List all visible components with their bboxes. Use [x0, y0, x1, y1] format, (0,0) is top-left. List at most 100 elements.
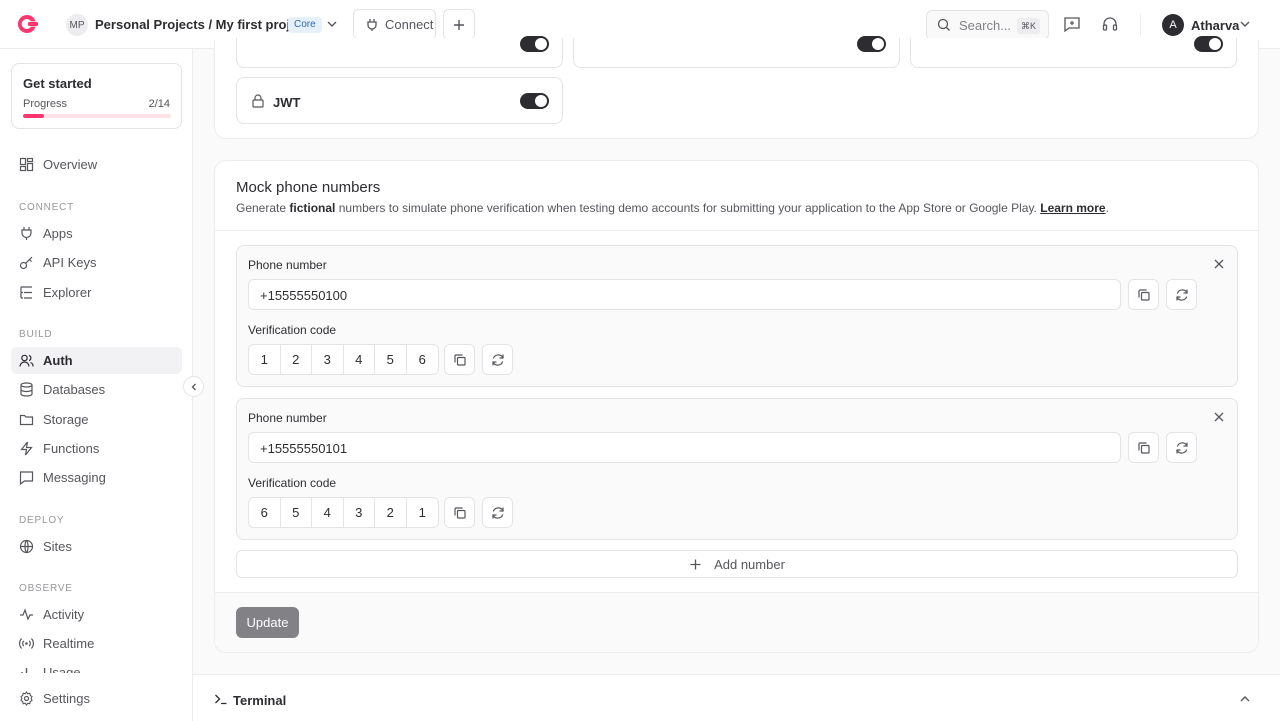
code-digit[interactable]: 1	[407, 498, 439, 527]
headset-icon[interactable]	[1101, 15, 1119, 33]
feedback-icon[interactable]	[1063, 15, 1081, 33]
mock-numbers-title: Mock phone numbers	[236, 179, 381, 196]
sidebar: Get started Progress 2/14 Overview CONNE…	[0, 49, 193, 721]
copy-code-button[interactable]	[444, 497, 475, 528]
gear-icon	[20, 691, 33, 706]
jwt-toggle[interactable]	[520, 93, 549, 109]
database-icon	[20, 382, 33, 397]
copy-icon	[453, 353, 466, 366]
verification-code-label: Verification code	[248, 476, 337, 490]
project-breadcrumb[interactable]: Personal Projects / My first project	[95, 17, 309, 32]
sidebar-item-activity[interactable]: Activity	[11, 601, 182, 628]
get-started-card[interactable]: Get started Progress 2/14	[11, 63, 182, 129]
code-digit[interactable]: 6	[249, 498, 281, 527]
sidebar-item-label: Sites	[43, 539, 72, 554]
progress-bar-fill	[23, 114, 45, 118]
section-deploy: DEPLOY	[19, 515, 65, 526]
code-digit[interactable]: 3	[344, 498, 375, 527]
sidebar-item-label: Activity	[43, 607, 85, 622]
code-digit[interactable]: 4	[344, 345, 375, 374]
desc-text: .	[1105, 201, 1109, 215]
code-digit[interactable]: 6	[407, 345, 439, 374]
code-digit[interactable]: 1	[249, 345, 281, 374]
copy-code-button[interactable]	[444, 344, 475, 375]
regenerate-code-button[interactable]	[482, 344, 513, 375]
security-toggle[interactable]	[520, 36, 549, 52]
sidebar-item-messaging[interactable]: Messaging	[11, 464, 182, 491]
copy-phone-button[interactable]	[1128, 279, 1159, 310]
sidebar-item-settings[interactable]: Settings	[11, 685, 182, 712]
sidebar-item-realtime[interactable]: Realtime	[11, 630, 182, 657]
sidebar-item-label: Overview	[43, 157, 98, 172]
regenerate-phone-button[interactable]	[1166, 432, 1197, 463]
chevron-down-icon[interactable]	[1238, 17, 1252, 31]
sidebar-item-explorer[interactable]: Explorer	[11, 279, 182, 306]
verification-code-group: 1 2 3 4 5 6	[248, 344, 439, 375]
code-digit[interactable]: 5	[281, 498, 312, 527]
project-avatar[interactable]: MP	[66, 14, 88, 36]
sidebar-item-overview[interactable]: Overview	[11, 151, 182, 178]
regenerate-code-button[interactable]	[482, 497, 513, 528]
code-digit[interactable]: 4	[312, 498, 344, 527]
code-digit[interactable]: 2	[375, 498, 407, 527]
mock-numbers-description: Generate fictional numbers to simulate p…	[236, 201, 1109, 215]
sidebar-item-storage[interactable]: Storage	[11, 406, 182, 433]
sidebar-item-databases[interactable]: Databases	[11, 376, 182, 403]
refresh-icon	[1175, 288, 1188, 301]
dashboard-icon	[19, 157, 34, 172]
copy-phone-button[interactable]	[1128, 432, 1159, 463]
sidebar-item-label: API Keys	[43, 255, 97, 270]
user-avatar[interactable]: A	[1162, 14, 1184, 36]
sidebar-item-usage[interactable]: Usage	[11, 659, 182, 673]
sidebar-item-label: Messaging	[43, 470, 106, 485]
sidebar-item-label: Apps	[43, 226, 73, 241]
regenerate-phone-button[interactable]	[1166, 279, 1197, 310]
refresh-icon	[491, 506, 504, 519]
sidebar-item-auth[interactable]: Auth	[11, 347, 182, 374]
get-started-title: Get started	[23, 76, 92, 91]
connect-button[interactable]: Connect	[353, 9, 436, 40]
progress-bar	[23, 114, 171, 118]
code-digit[interactable]: 5	[375, 345, 407, 374]
phone-number-input[interactable]: +15555550100	[248, 279, 1121, 310]
sidebar-item-label: Explorer	[43, 285, 92, 300]
sidebar-item-apps[interactable]: Apps	[11, 220, 182, 247]
add-number-button[interactable]: Add number	[236, 550, 1238, 578]
security-option-card	[573, 36, 900, 68]
sidebar-item-sites[interactable]: Sites	[11, 533, 182, 560]
add-button[interactable]	[443, 9, 475, 40]
security-toggle[interactable]	[1194, 36, 1223, 52]
sidebar-item-label: Auth	[43, 353, 73, 368]
close-icon[interactable]	[1212, 410, 1226, 424]
terminal-bar[interactable]: Terminal	[193, 674, 1280, 721]
security-option-card	[236, 36, 563, 68]
collapse-sidebar-button[interactable]	[183, 376, 204, 397]
chevron-down-icon[interactable]	[325, 17, 339, 31]
sidebar-item-label: Storage	[43, 412, 89, 427]
appwrite-logo-icon[interactable]	[15, 13, 39, 35]
desc-bold: fictional	[289, 201, 336, 215]
chevron-left-icon	[191, 383, 196, 390]
sidebar-item-functions[interactable]: Functions	[11, 435, 182, 462]
security-toggle[interactable]	[857, 36, 886, 52]
close-icon[interactable]	[1212, 257, 1226, 271]
progress-label: Progress	[23, 98, 68, 110]
verification-code-label: Verification code	[248, 323, 337, 337]
sidebar-item-api-keys[interactable]: API Keys	[11, 249, 182, 276]
code-digit[interactable]: 3	[312, 345, 344, 374]
bar-chart-icon	[21, 668, 28, 673]
add-number-label: Add number	[714, 556, 785, 572]
sidebar-item-label: Functions	[43, 441, 100, 456]
learn-more-link[interactable]: Learn more	[1040, 201, 1105, 215]
phone-number-input[interactable]: +15555550101	[248, 432, 1121, 463]
search-placeholder: Search...	[959, 17, 1012, 33]
plug-icon	[367, 18, 377, 31]
update-button[interactable]: Update	[236, 607, 299, 638]
code-digit[interactable]: 2	[281, 345, 312, 374]
search-icon	[937, 18, 950, 31]
chevron-up-icon[interactable]	[1238, 692, 1252, 706]
user-name[interactable]: Atharva	[1191, 18, 1239, 33]
key-icon	[19, 256, 33, 270]
desc-text: Generate	[236, 201, 290, 215]
search-input[interactable]: Search... ⌘K	[926, 10, 1049, 40]
